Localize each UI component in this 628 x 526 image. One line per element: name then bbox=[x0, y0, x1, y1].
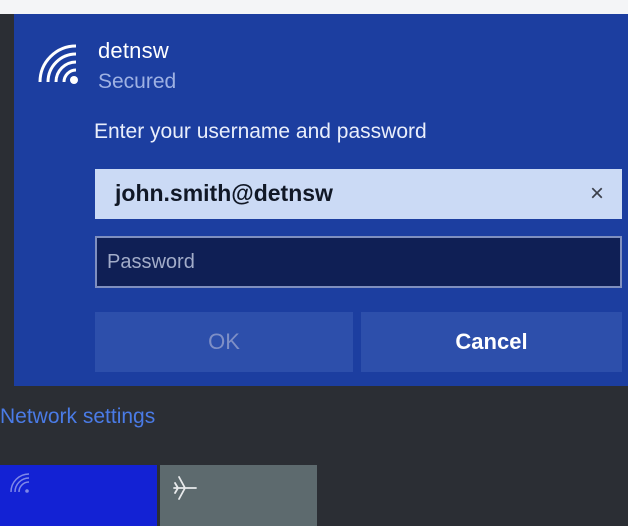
username-value: john.smith@detnsw bbox=[115, 180, 333, 206]
ok-button[interactable]: OK bbox=[95, 312, 353, 372]
airplane-icon bbox=[173, 476, 197, 500]
wifi-icon bbox=[10, 473, 30, 493]
airplane-mode-tile[interactable] bbox=[160, 465, 317, 526]
network-security-status: Secured bbox=[98, 70, 177, 93]
wifi-toggle-tile[interactable] bbox=[0, 465, 157, 526]
wifi-login-flyout: detnsw Secured Enter your username and p… bbox=[14, 14, 628, 386]
clear-icon[interactable]: × bbox=[580, 177, 614, 211]
top-strip bbox=[0, 0, 628, 14]
cancel-button[interactable]: Cancel bbox=[361, 312, 622, 372]
username-field[interactable]: john.smith@detnsw × bbox=[95, 169, 622, 219]
network-entry[interactable]: detnsw Secured bbox=[14, 14, 628, 124]
password-field[interactable] bbox=[95, 236, 622, 288]
network-settings-link[interactable]: Network settings bbox=[0, 405, 155, 429]
wifi-icon bbox=[38, 44, 78, 84]
quick-actions-row bbox=[0, 465, 628, 526]
credentials-prompt: Enter your username and password bbox=[94, 120, 427, 143]
network-name: detnsw bbox=[98, 38, 169, 63]
